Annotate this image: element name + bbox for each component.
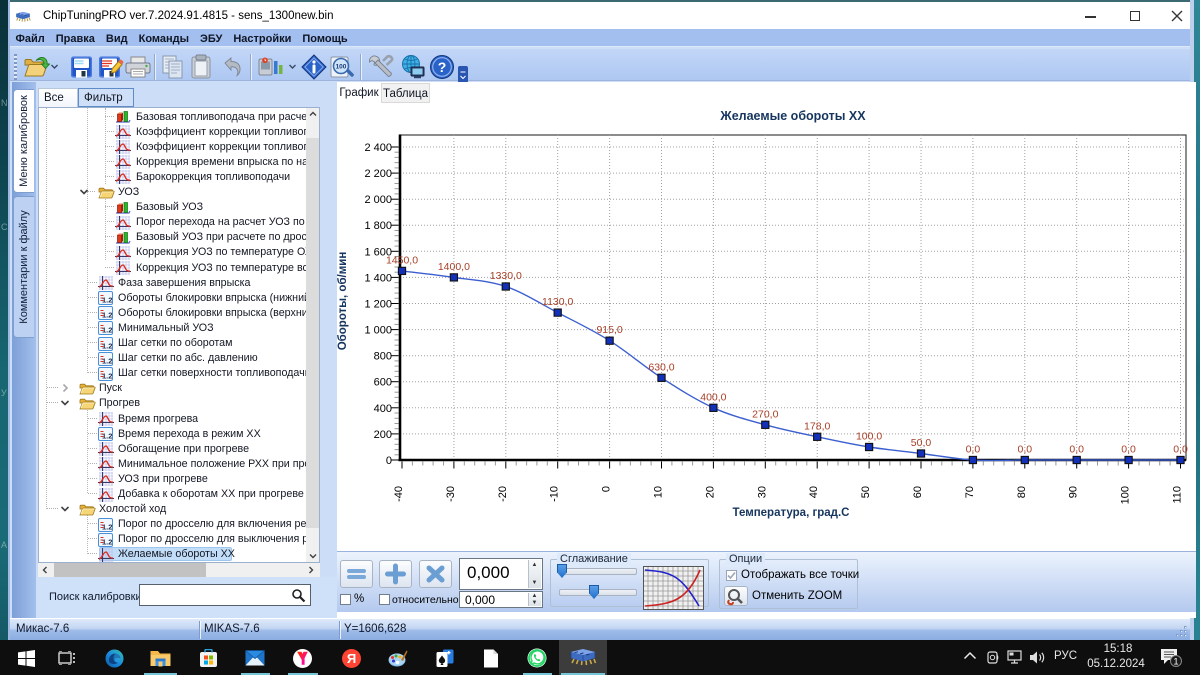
svg-text:1 400: 1 400 <box>364 272 392 284</box>
svg-text:2 400: 2 400 <box>364 142 392 154</box>
svg-text:-40: -40 <box>393 486 405 502</box>
svg-text:90: 90 <box>1068 486 1080 498</box>
svg-text:?: ? <box>438 59 447 75</box>
svg-text:-10: -10 <box>549 486 561 502</box>
svg-text:20: 20 <box>704 486 716 498</box>
svg-text:1.2: 1.2 <box>102 311 112 320</box>
svg-text:0: 0 <box>601 486 613 492</box>
svg-text:60: 60 <box>912 486 924 498</box>
svg-text:1.2: 1.2 <box>102 522 112 531</box>
svg-text:100,0: 100,0 <box>856 431 882 443</box>
svg-text:400,0: 400,0 <box>700 391 726 403</box>
svg-text:80: 80 <box>1016 486 1028 498</box>
svg-text:1400,0: 1400,0 <box>438 261 470 273</box>
svg-text:40: 40 <box>808 486 820 498</box>
svg-text:178,0: 178,0 <box>804 420 830 432</box>
svg-text:Обороты, об/мин: Обороты, об/мин <box>337 252 349 351</box>
svg-text:50: 50 <box>860 486 872 498</box>
svg-text:800: 800 <box>374 351 392 363</box>
svg-text:2 000: 2 000 <box>364 194 392 206</box>
svg-text:1.2: 1.2 <box>102 371 112 380</box>
svg-text:0,0: 0,0 <box>966 444 981 456</box>
svg-text:0: 0 <box>386 455 392 467</box>
svg-text:1 200: 1 200 <box>364 299 392 311</box>
svg-text:1.2: 1.2 <box>102 537 112 546</box>
svg-text:Я: Я <box>347 651 356 666</box>
svg-text:1: 1 <box>1173 657 1178 667</box>
svg-text:600: 600 <box>374 377 392 389</box>
svg-text:400: 400 <box>374 403 392 415</box>
svg-text:1450,0: 1450,0 <box>386 254 418 266</box>
svg-text:50,0: 50,0 <box>911 437 932 449</box>
svg-text:270,0: 270,0 <box>752 408 778 420</box>
svg-text:1.2: 1.2 <box>102 341 112 350</box>
svg-text:0,0: 0,0 <box>1069 444 1084 456</box>
svg-text:630,0: 630,0 <box>648 361 674 373</box>
svg-text:1.2: 1.2 <box>102 296 112 305</box>
svg-text:1130,0: 1130,0 <box>542 296 573 308</box>
svg-text:0,0: 0,0 <box>1121 444 1136 456</box>
svg-text:1.2: 1.2 <box>102 356 112 365</box>
svg-text:Температура, град.С: Температура, град.С <box>733 507 850 519</box>
svg-text:30: 30 <box>756 486 768 498</box>
svg-text:110: 110 <box>1172 486 1184 504</box>
svg-text:915,0: 915,0 <box>596 324 622 336</box>
svg-text:1 000: 1 000 <box>364 325 392 337</box>
svg-text:-20: -20 <box>497 486 509 502</box>
svg-text:1.2: 1.2 <box>102 432 112 441</box>
svg-text:1.2: 1.2 <box>102 326 112 335</box>
svg-text:100: 100 <box>336 63 347 70</box>
svg-text:0,0: 0,0 <box>1017 444 1032 456</box>
svg-text:0,0: 0,0 <box>1173 444 1188 456</box>
svg-text:100: 100 <box>1120 486 1132 504</box>
svg-text:2 200: 2 200 <box>364 168 392 180</box>
svg-text:Желаемые обороты ХХ: Желаемые обороты ХХ <box>719 109 866 123</box>
svg-text:-30: -30 <box>445 486 457 502</box>
svg-text:10: 10 <box>653 486 665 498</box>
svg-text:70: 70 <box>964 486 976 498</box>
svg-text:200: 200 <box>374 429 392 441</box>
svg-text:1 800: 1 800 <box>364 220 392 232</box>
svg-text:1330,0: 1330,0 <box>490 270 522 282</box>
